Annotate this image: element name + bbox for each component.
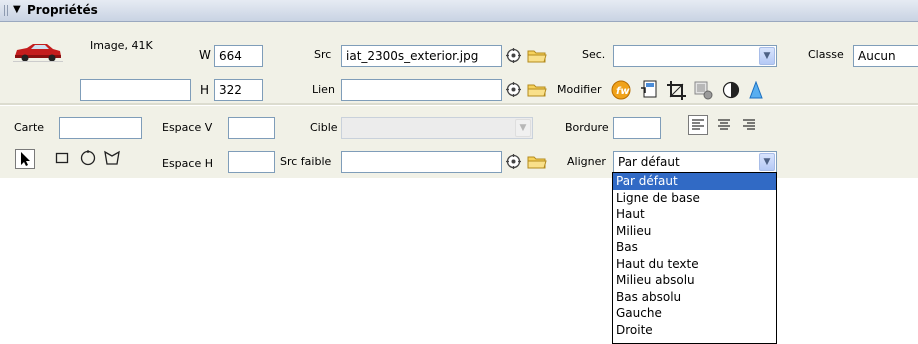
- map-label: Carte: [14, 121, 45, 134]
- link-point-to-file-icon[interactable]: [506, 82, 521, 97]
- image-info: Image, 41K: [90, 39, 153, 52]
- point-to-file-icon[interactable]: [506, 48, 521, 63]
- align-center-icon[interactable]: [714, 115, 734, 135]
- dropdown-option[interactable]: Droite: [613, 322, 776, 339]
- section-divider: [0, 103, 918, 106]
- lowsrc-label: Src faible: [280, 155, 332, 168]
- dropdown-option[interactable]: Haut: [613, 206, 776, 223]
- lowsrc-point-to-file-icon[interactable]: [506, 154, 521, 169]
- hspace-input[interactable]: [228, 151, 275, 173]
- lowsrc-browse-folder-icon[interactable]: [527, 154, 547, 170]
- align-select[interactable]: Par défaut ▼: [613, 151, 777, 173]
- dropdown-option[interactable]: Ligne de base: [613, 190, 776, 207]
- link-label: Lien: [312, 83, 335, 96]
- chevron-down-icon: ▼: [515, 119, 531, 137]
- panel-title: Propriétés: [27, 3, 98, 17]
- chevron-down-icon[interactable]: ▼: [759, 47, 775, 65]
- width-input[interactable]: 664: [214, 45, 263, 67]
- align-label: Aligner: [567, 155, 606, 168]
- svg-text:fw: fw: [616, 86, 630, 97]
- panel-grip-handle[interactable]: [4, 5, 10, 16]
- modifier-label: Modifier: [557, 83, 602, 96]
- align-right-icon[interactable]: [739, 115, 759, 135]
- target-label: Cible: [310, 121, 338, 134]
- map-name-input[interactable]: [59, 117, 142, 139]
- image-thumbnail: [13, 44, 63, 62]
- height-input[interactable]: 322: [214, 79, 263, 101]
- height-label: H: [200, 83, 210, 97]
- vspace-input[interactable]: [228, 117, 275, 139]
- link-input[interactable]: [341, 79, 502, 101]
- sharpen-icon[interactable]: [749, 81, 763, 99]
- border-label: Bordure: [565, 121, 609, 134]
- width-label: W: [199, 48, 211, 62]
- align-dropdown-list: Par défaut Ligne de base Haut Milieu Bas…: [612, 172, 777, 344]
- src-input[interactable]: iat_2300s_exterior.jpg: [341, 45, 502, 67]
- lowsrc-input[interactable]: [341, 151, 502, 173]
- collapse-triangle-icon[interactable]: ▼: [13, 4, 21, 15]
- dropdown-option[interactable]: Par défaut: [613, 173, 776, 190]
- dropdown-option[interactable]: Milieu: [613, 223, 776, 240]
- dropdown-option[interactable]: Haut du texte: [613, 256, 776, 273]
- optimize-image-icon[interactable]: [640, 80, 658, 100]
- vspace-label: Espace V: [162, 121, 213, 134]
- border-input[interactable]: [613, 117, 661, 139]
- dropdown-option[interactable]: Gauche: [613, 305, 776, 322]
- class-select[interactable]: Aucun: [853, 45, 918, 67]
- class-label: Classe: [808, 48, 844, 61]
- sec-label: Sec.: [582, 48, 606, 61]
- pointer-hotspot-tool-icon[interactable]: [15, 149, 35, 169]
- align-left-icon[interactable]: [688, 115, 708, 135]
- oval-hotspot-tool-icon[interactable]: [79, 149, 97, 167]
- image-name-input[interactable]: [80, 79, 191, 101]
- target-select: ▼: [341, 117, 533, 139]
- edit-fireworks-icon[interactable]: fw: [611, 80, 631, 100]
- link-browse-folder-icon[interactable]: [527, 82, 547, 98]
- sec-select[interactable]: ▼: [613, 45, 777, 67]
- hspace-label: Espace H: [162, 157, 213, 170]
- chevron-down-icon[interactable]: ▼: [759, 153, 775, 171]
- resample-icon[interactable]: [694, 81, 713, 100]
- align-select-value: Par défaut: [618, 155, 680, 169]
- properties-titlebar[interactable]: ▼ Propriétés: [0, 0, 918, 22]
- brightness-contrast-icon[interactable]: [722, 81, 740, 99]
- dropdown-option[interactable]: Milieu absolu: [613, 272, 776, 289]
- rectangle-hotspot-tool-icon[interactable]: [55, 151, 69, 165]
- crop-icon[interactable]: [667, 81, 687, 100]
- src-label: Src: [314, 48, 332, 61]
- browse-folder-icon[interactable]: [527, 48, 547, 64]
- dropdown-option[interactable]: Bas absolu: [613, 289, 776, 306]
- polygon-hotspot-tool-icon[interactable]: [103, 149, 121, 167]
- dropdown-option[interactable]: Bas: [613, 239, 776, 256]
